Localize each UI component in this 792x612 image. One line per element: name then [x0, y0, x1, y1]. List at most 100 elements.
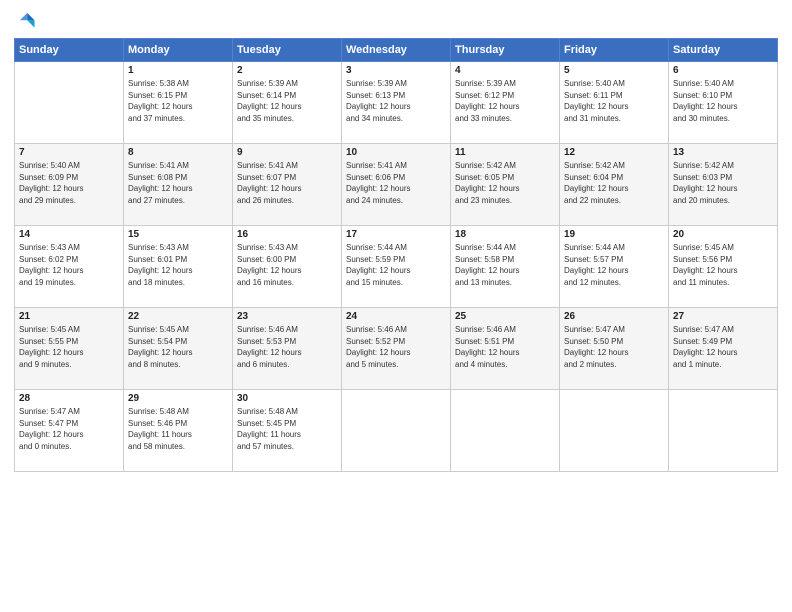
header-sunday: Sunday: [15, 39, 124, 62]
calendar-cell: 2 Sunrise: 5:39 AM Sunset: 6:14 PM Daylig…: [233, 62, 342, 144]
day-number: 13: [673, 147, 773, 158]
calendar-cell: 30 Sunrise: 5:48 AM Sunset: 5:45 PM Dayli…: [233, 390, 342, 472]
day-number: 20: [673, 229, 773, 240]
calendar-cell: 13 Sunrise: 5:42 AM Sunset: 6:03 PM Dayli…: [669, 144, 778, 226]
calendar-cell: 1Sunrise: 5:38 AM Sunset: 6:15 PM Daylig…: [124, 62, 233, 144]
calendar-cell: 23 Sunrise: 5:46 AM Sunset: 5:53 PM Dayli…: [233, 308, 342, 390]
calendar-week-2: 7 Sunrise: 5:40 AM Sunset: 6:09 PM Daylig…: [15, 144, 778, 226]
calendar-cell: 11 Sunrise: 5:42 AM Sunset: 6:05 PM Dayli…: [451, 144, 560, 226]
calendar-cell: 7 Sunrise: 5:40 AM Sunset: 6:09 PM Daylig…: [15, 144, 124, 226]
day-number: 21: [19, 311, 119, 322]
calendar-cell: 29Sunrise: 5:48 AM Sunset: 5:46 PM Dayli…: [124, 390, 233, 472]
calendar-cell: 12Sunrise: 5:42 AM Sunset: 6:04 PM Dayli…: [560, 144, 669, 226]
day-info: Sunrise: 5:44 AM Sunset: 5:59 PM Dayligh…: [346, 242, 446, 288]
day-number: 30: [237, 393, 337, 404]
day-number: 27: [673, 311, 773, 322]
day-info: Sunrise: 5:41 AM Sunset: 6:06 PM Dayligh…: [346, 160, 446, 206]
calendar-cell: 24Sunrise: 5:46 AM Sunset: 5:52 PM Dayli…: [342, 308, 451, 390]
day-info: Sunrise: 5:43 AM Sunset: 6:02 PM Dayligh…: [19, 242, 119, 288]
day-info: Sunrise: 5:47 AM Sunset: 5:47 PM Dayligh…: [19, 406, 119, 452]
header-wednesday: Wednesday: [342, 39, 451, 62]
calendar-cell: [560, 390, 669, 472]
calendar-cell: 9 Sunrise: 5:41 AM Sunset: 6:07 PM Daylig…: [233, 144, 342, 226]
calendar-cell: [669, 390, 778, 472]
header-thursday: Thursday: [451, 39, 560, 62]
day-number: 14: [19, 229, 119, 240]
day-info: Sunrise: 5:42 AM Sunset: 6:05 PM Dayligh…: [455, 160, 555, 206]
day-info: Sunrise: 5:45 AM Sunset: 5:55 PM Dayligh…: [19, 324, 119, 370]
day-info: Sunrise: 5:40 AM Sunset: 6:11 PM Dayligh…: [564, 78, 664, 124]
calendar-cell: 22 Sunrise: 5:45 AM Sunset: 5:54 PM Dayli…: [124, 308, 233, 390]
day-info: Sunrise: 5:42 AM Sunset: 6:03 PM Dayligh…: [673, 160, 773, 206]
header-monday: Monday: [124, 39, 233, 62]
calendar-cell: 27 Sunrise: 5:47 AM Sunset: 5:49 PM Dayli…: [669, 308, 778, 390]
day-number: 22: [128, 311, 228, 322]
day-number: 10: [346, 147, 446, 158]
day-number: 19: [564, 229, 664, 240]
header-saturday: Saturday: [669, 39, 778, 62]
day-info: Sunrise: 5:44 AM Sunset: 5:57 PM Dayligh…: [564, 242, 664, 288]
day-info: Sunrise: 5:45 AM Sunset: 5:56 PM Dayligh…: [673, 242, 773, 288]
day-info: Sunrise: 5:40 AM Sunset: 6:09 PM Dayligh…: [19, 160, 119, 206]
header-tuesday: Tuesday: [233, 39, 342, 62]
day-number: 18: [455, 229, 555, 240]
calendar-cell: [451, 390, 560, 472]
calendar-cell: [15, 62, 124, 144]
day-info: Sunrise: 5:48 AM Sunset: 5:46 PM Dayligh…: [128, 406, 228, 452]
day-number: 9: [237, 147, 337, 158]
day-info: Sunrise: 5:44 AM Sunset: 5:58 PM Dayligh…: [455, 242, 555, 288]
day-info: Sunrise: 5:43 AM Sunset: 6:01 PM Dayligh…: [128, 242, 228, 288]
calendar-cell: 16 Sunrise: 5:43 AM Sunset: 6:00 PM Dayli…: [233, 226, 342, 308]
day-number: 15: [128, 229, 228, 240]
day-info: Sunrise: 5:48 AM Sunset: 5:45 PM Dayligh…: [237, 406, 337, 452]
day-number: 17: [346, 229, 446, 240]
calendar-cell: 25 Sunrise: 5:46 AM Sunset: 5:51 PM Dayli…: [451, 308, 560, 390]
calendar-header-row: SundayMondayTuesdayWednesdayThursdayFrid…: [15, 39, 778, 62]
calendar-cell: 17 Sunrise: 5:44 AM Sunset: 5:59 PM Dayli…: [342, 226, 451, 308]
calendar-cell: 18 Sunrise: 5:44 AM Sunset: 5:58 PM Dayli…: [451, 226, 560, 308]
day-info: Sunrise: 5:43 AM Sunset: 6:00 PM Dayligh…: [237, 242, 337, 288]
day-number: 4: [455, 65, 555, 76]
calendar-week-1: 1Sunrise: 5:38 AM Sunset: 6:15 PM Daylig…: [15, 62, 778, 144]
calendar-cell: 4 Sunrise: 5:39 AM Sunset: 6:12 PM Daylig…: [451, 62, 560, 144]
page: SundayMondayTuesdayWednesdayThursdayFrid…: [0, 0, 792, 612]
day-info: Sunrise: 5:39 AM Sunset: 6:14 PM Dayligh…: [237, 78, 337, 124]
day-number: 26: [564, 311, 664, 322]
logo: [14, 10, 38, 32]
day-info: Sunrise: 5:47 AM Sunset: 5:50 PM Dayligh…: [564, 324, 664, 370]
day-info: Sunrise: 5:38 AM Sunset: 6:15 PM Dayligh…: [128, 78, 228, 124]
day-info: Sunrise: 5:39 AM Sunset: 6:12 PM Dayligh…: [455, 78, 555, 124]
day-info: Sunrise: 5:45 AM Sunset: 5:54 PM Dayligh…: [128, 324, 228, 370]
day-info: Sunrise: 5:41 AM Sunset: 6:08 PM Dayligh…: [128, 160, 228, 206]
calendar-week-5: 28 Sunrise: 5:47 AM Sunset: 5:47 PM Dayli…: [15, 390, 778, 472]
calendar-cell: 19 Sunrise: 5:44 AM Sunset: 5:57 PM Dayli…: [560, 226, 669, 308]
calendar-cell: 15 Sunrise: 5:43 AM Sunset: 6:01 PM Dayli…: [124, 226, 233, 308]
day-number: 24: [346, 311, 446, 322]
calendar-cell: 10 Sunrise: 5:41 AM Sunset: 6:06 PM Dayli…: [342, 144, 451, 226]
day-info: Sunrise: 5:46 AM Sunset: 5:51 PM Dayligh…: [455, 324, 555, 370]
calendar-cell: 3 Sunrise: 5:39 AM Sunset: 6:13 PM Daylig…: [342, 62, 451, 144]
header-friday: Friday: [560, 39, 669, 62]
day-info: Sunrise: 5:41 AM Sunset: 6:07 PM Dayligh…: [237, 160, 337, 206]
calendar-week-3: 14 Sunrise: 5:43 AM Sunset: 6:02 PM Dayli…: [15, 226, 778, 308]
day-info: Sunrise: 5:47 AM Sunset: 5:49 PM Dayligh…: [673, 324, 773, 370]
calendar-cell: 26 Sunrise: 5:47 AM Sunset: 5:50 PM Dayli…: [560, 308, 669, 390]
calendar-table: SundayMondayTuesdayWednesdayThursdayFrid…: [14, 38, 778, 472]
logo-icon: [14, 10, 36, 32]
day-number: 7: [19, 147, 119, 158]
calendar-cell: 5Sunrise: 5:40 AM Sunset: 6:11 PM Daylig…: [560, 62, 669, 144]
day-number: 3: [346, 65, 446, 76]
calendar-cell: 20 Sunrise: 5:45 AM Sunset: 5:56 PM Dayli…: [669, 226, 778, 308]
day-number: 8: [128, 147, 228, 158]
day-number: 23: [237, 311, 337, 322]
day-number: 2: [237, 65, 337, 76]
day-number: 28: [19, 393, 119, 404]
calendar-cell: 8 Sunrise: 5:41 AM Sunset: 6:08 PM Daylig…: [124, 144, 233, 226]
day-number: 25: [455, 311, 555, 322]
calendar-cell: 6Sunrise: 5:40 AM Sunset: 6:10 PM Daylig…: [669, 62, 778, 144]
day-number: 11: [455, 147, 555, 158]
day-number: 16: [237, 229, 337, 240]
header: [14, 10, 778, 32]
day-info: Sunrise: 5:39 AM Sunset: 6:13 PM Dayligh…: [346, 78, 446, 124]
day-info: Sunrise: 5:46 AM Sunset: 5:53 PM Dayligh…: [237, 324, 337, 370]
